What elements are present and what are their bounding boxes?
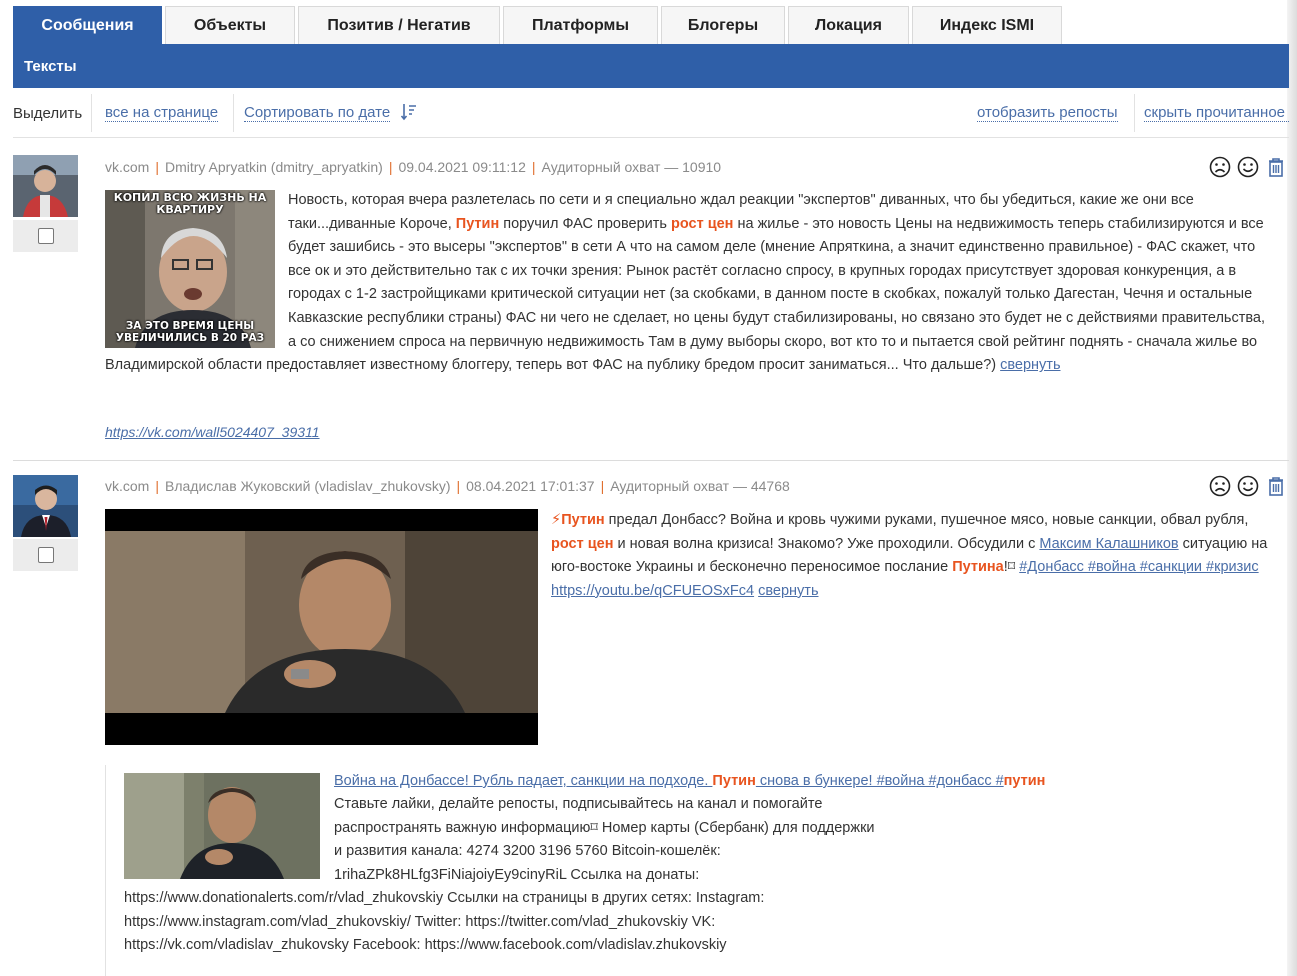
post-meta: vk.com | Dmitry Apryatkin (dmitry_apryatki… [105, 159, 722, 175]
repost-card: Война на Донбассе! Рубль падает, санкции… [105, 765, 1277, 976]
smile-icon[interactable] [1237, 475, 1259, 497]
source-label[interactable]: vk.com [105, 159, 149, 175]
sort-by-date-link[interactable]: Сортировать по дате [244, 105, 391, 122]
tab-platforms[interactable]: Платформы [503, 6, 658, 44]
author-label[interactable]: Владислав Жуковский (vladislav_zhukovsky… [165, 478, 451, 494]
post-item: vk.com | Dmitry Apryatkin (dmitry_apryatki… [13, 138, 1289, 460]
subtab-bar: Тексты [13, 44, 1289, 88]
show-reposts-link[interactable]: отобразить репосты [977, 105, 1118, 122]
select-checkbox-cell [13, 220, 78, 252]
collapse-link[interactable]: свернуть [1000, 357, 1060, 373]
select-checkbox-cell [13, 539, 78, 571]
bolt-icon: ⚡ [551, 512, 562, 528]
tab-messages[interactable]: Сообщения [13, 6, 162, 44]
video-thumbnail[interactable] [105, 509, 538, 745]
tab-sentiment[interactable]: Позитив / Негатив [298, 6, 500, 44]
frown-icon[interactable] [1209, 156, 1231, 178]
avatar[interactable] [13, 155, 78, 217]
smile-icon[interactable] [1237, 156, 1259, 178]
hashtags-link[interactable]: #Донбасс #война #санкции #кризис [1019, 559, 1258, 575]
post-datetime: 09.04.2021 09:11:12 [398, 159, 526, 175]
post-meta: vk.com | Владислав Жуковский (vladislav_zh… [105, 478, 790, 494]
author-label[interactable]: Dmitry Apryatkin (dmitry_apryatkin) [165, 159, 383, 175]
keyword-highlight: рост цен [670, 215, 734, 232]
keyword-highlight: Путин [455, 215, 500, 232]
tab-bloggers[interactable]: Блогеры [661, 6, 785, 44]
repost-title[interactable]: Война на Донбассе! Рубль падает, санкции… [334, 770, 1274, 794]
post-datetime: 08.04.2021 17:01:37 [466, 478, 595, 494]
collapse-link[interactable]: свернуть [758, 583, 818, 599]
trash-icon[interactable] [1265, 156, 1287, 178]
post-text: ⚡Путин предал Донбасс? Война и кровь чуж… [551, 512, 1268, 599]
hide-read-link[interactable]: скрыть прочитанное [1144, 105, 1289, 122]
mention-link[interactable]: Максим Калашников [1039, 536, 1178, 552]
frown-icon[interactable] [1209, 475, 1231, 497]
avatar[interactable] [13, 475, 78, 537]
youtube-link[interactable]: https://youtu.be/qCFUEOSxFc4 [551, 583, 754, 599]
tab-ismi-index[interactable]: Индекс ISMI [912, 6, 1062, 44]
tab-location[interactable]: Локация [788, 6, 909, 44]
toolbar: Выделить все на странице Сортировать по … [13, 88, 1289, 138]
repost-body-continued: https://www.donationalerts.com/r/vlad_zh… [124, 890, 765, 954]
keyword-highlight: Путин [712, 773, 756, 789]
repost-thumbnail[interactable] [124, 773, 320, 879]
keyword-highlight: рост цен [551, 535, 614, 552]
post-text: Новость, которая вчера разлетелась по се… [105, 192, 1265, 374]
subtab-texts[interactable]: Тексты [24, 58, 77, 75]
select-checkbox[interactable] [37, 228, 54, 244]
select-label: Выделить [13, 105, 83, 122]
main-tabs: Сообщения Объекты Позитив / Негатив Плат… [13, 6, 1065, 44]
repost-body: Ставьте лайки, делайте репосты, подписыв… [334, 796, 875, 883]
post-actions [1209, 475, 1287, 497]
keyword-highlight: Путина [952, 559, 1004, 576]
sort-desc-icon[interactable] [400, 103, 417, 125]
select-all-link[interactable]: все на странице [105, 105, 219, 122]
post-item: vk.com | Владислав Жуковский (vladislav_zh… [13, 461, 1289, 976]
post-actions [1209, 156, 1287, 178]
audience-reach: Аудиторный охват — 44768 [610, 478, 790, 494]
post-url[interactable]: https://vk.com/wall5024407_39311 [105, 424, 320, 442]
keyword-highlight: путин [1003, 773, 1046, 789]
source-label[interactable]: vk.com [105, 478, 149, 494]
audience-reach: Аудиторный охват — 10910 [541, 159, 722, 175]
select-checkbox[interactable] [37, 547, 54, 563]
keyword-highlight: Путин [561, 512, 605, 528]
trash-icon[interactable] [1265, 475, 1287, 497]
tab-objects[interactable]: Объекты [165, 6, 295, 44]
